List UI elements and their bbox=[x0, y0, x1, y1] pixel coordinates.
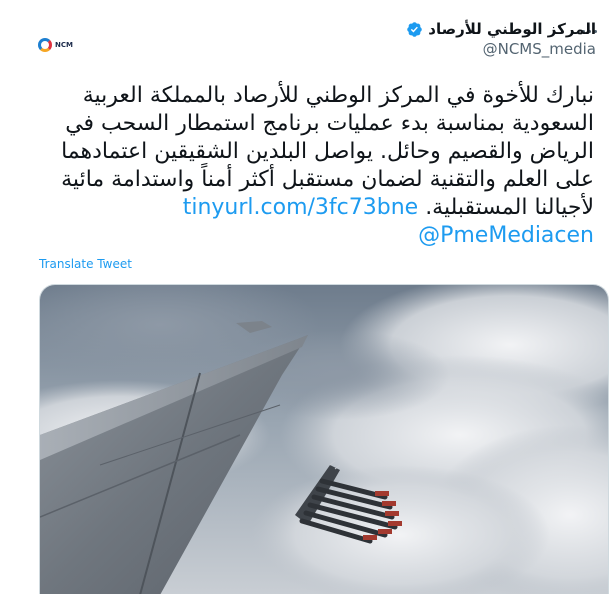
tweet-header: المركز الوطني للأرصاد @NCMS_media bbox=[406, 20, 596, 58]
user-handle[interactable]: @NCMS_media bbox=[406, 40, 596, 58]
tweet: المركز الوطني للأرصاد @NCMS_media NCM نب… bbox=[0, 0, 616, 594]
account-avatar[interactable]: NCM bbox=[38, 34, 84, 56]
tweet-line-with-link: لأجيالنا المستقبلية. tinyurl.com/3fc73bn… bbox=[24, 194, 594, 222]
tweet-line: نبارك للأخوة في المركز الوطني للأرصاد با… bbox=[82, 83, 594, 108]
tweet-line-mention: @PmeMediacen bbox=[24, 222, 594, 250]
tweet-line: الرياض والقصيم وحائل. يواصل البلدين الشق… bbox=[61, 139, 594, 164]
translate-tweet-link[interactable]: Translate Tweet bbox=[39, 257, 132, 271]
verified-badge-icon bbox=[407, 21, 423, 37]
tweet-media-image[interactable] bbox=[39, 284, 609, 594]
tweet-line: على العلم والتقنية لضمان مستقبل أكثر أمن… bbox=[61, 167, 594, 192]
logo-mark-icon bbox=[38, 38, 52, 52]
tweet-link[interactable]: tinyurl.com/3fc73bne bbox=[183, 195, 418, 220]
tweet-text: نبارك للأخوة في المركز الوطني للأرصاد با… bbox=[24, 82, 594, 250]
display-name[interactable]: المركز الوطني للأرصاد bbox=[428, 20, 596, 38]
tweet-line-text: لأجيالنا المستقبلية. bbox=[425, 195, 594, 220]
mention-link[interactable]: @PmeMediacen bbox=[418, 223, 594, 248]
logo-text: NCM bbox=[55, 40, 73, 49]
cloud-seeding-aircraft-photo bbox=[40, 285, 608, 594]
name-row: المركز الوطني للأرصاد bbox=[406, 20, 596, 38]
tweet-line: السعودية بمناسبة بدء عمليات برنامج استمط… bbox=[65, 111, 594, 136]
